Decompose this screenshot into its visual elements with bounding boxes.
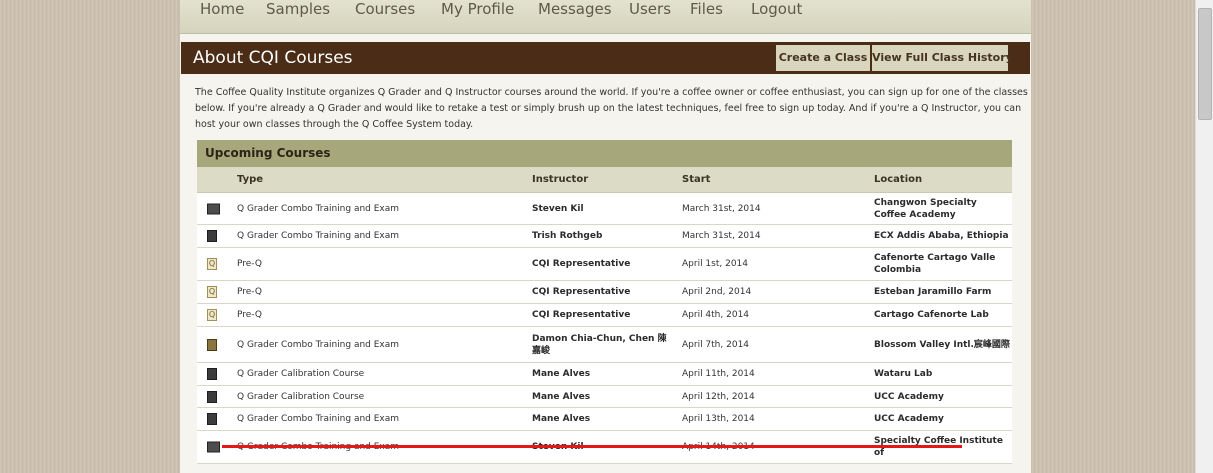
- cell-type[interactable]: Pre-Q: [237, 258, 527, 270]
- intro-paragraph: The Coffee Quality Institute organizes Q…: [195, 87, 1028, 130]
- table-row[interactable]: Q Grader Combo Training and Exam Mane Al…: [197, 408, 1012, 431]
- portrait-icon: [207, 390, 217, 403]
- cell-instructor: Mane Alves: [532, 369, 591, 379]
- cell-instructor: CQI Representative: [532, 259, 631, 269]
- cell-type[interactable]: Q Grader Combo Training and Exam: [237, 230, 527, 242]
- cell-location: UCC Academy: [874, 414, 944, 424]
- vertical-scrollbar[interactable]: [1195, 0, 1213, 473]
- cell-start: April 7th, 2014: [682, 339, 750, 350]
- portrait-icon: [207, 413, 217, 425]
- cell-location: UCC Academy: [874, 391, 944, 402]
- cell-start: April 4th, 2014: [682, 310, 750, 320]
- cell-start: April 1st, 2014: [682, 259, 749, 269]
- table-row[interactable]: Q Grader Calibration Course Mane Alves A…: [197, 386, 1012, 408]
- cell-instructor: CQI Representative: [532, 310, 631, 320]
- q-badge-icon: Q: [207, 258, 217, 270]
- cell-type[interactable]: Q Grader Combo Training and Exam: [237, 203, 527, 215]
- cell-start: March 31st, 2014: [682, 231, 761, 241]
- cell-instructor: Steven Kil: [532, 203, 584, 214]
- cell-type[interactable]: Q Grader Combo Training and Exam: [237, 413, 527, 425]
- table-row[interactable]: Q Pre-Q CQI Representative April 2nd, 20…: [197, 281, 1012, 304]
- table-row[interactable]: Q Grader Combo Training and Exam Steven …: [197, 193, 1012, 225]
- cell-instructor: CQI Representative: [532, 287, 631, 297]
- cell-location: Esteban Jaramillo Farm: [874, 287, 992, 297]
- nav-messages[interactable]: Messages: [538, 1, 612, 17]
- nav-samples[interactable]: Samples: [266, 1, 330, 17]
- cell-instructor: Damon Chia-Chun, Chen 陳嘉峻: [532, 333, 667, 356]
- cell-start: April 11th, 2014: [682, 369, 755, 379]
- nav-home[interactable]: Home: [200, 1, 244, 17]
- photo-icon: [207, 203, 220, 214]
- nav-logout[interactable]: Logout: [751, 1, 802, 17]
- cell-type[interactable]: Q Grader Calibration Course: [237, 368, 527, 380]
- nav-files[interactable]: Files: [690, 1, 723, 17]
- column-header-type: Type: [237, 174, 264, 185]
- highlight-underline: [222, 445, 962, 448]
- cell-type[interactable]: Q Grader Combo Training and Exam: [237, 339, 527, 351]
- cell-location: Blossom Valley Intl.宸峰國際: [874, 339, 1010, 350]
- cell-instructor: Trish Rothgeb: [532, 231, 603, 241]
- photo-icon: [207, 441, 220, 453]
- nav-users[interactable]: Users: [629, 1, 671, 17]
- cell-type[interactable]: Q Grader Calibration Course: [237, 391, 527, 403]
- q-badge-icon: Q: [207, 286, 217, 298]
- cell-type[interactable]: Pre-Q: [237, 286, 527, 298]
- top-navigation: Home Samples Courses My Profile Messages…: [180, 0, 1031, 34]
- page-title: About CQI Courses: [193, 48, 353, 68]
- table-row[interactable]: Q Grader Combo Training and Exam Trish R…: [197, 225, 1012, 248]
- about-courses-header: About CQI Courses Create a Class View Fu…: [181, 42, 1030, 74]
- table-row[interactable]: Q Pre-Q CQI Representative April 4th, 20…: [197, 304, 1012, 327]
- cell-start: April 2nd, 2014: [682, 287, 752, 297]
- view-class-history-button[interactable]: View Full Class History: [872, 45, 1013, 71]
- table-header-row: Type Instructor Start Location: [197, 167, 1012, 193]
- cell-start: April 13th, 2014: [682, 414, 755, 424]
- cell-location: Wataru Lab: [874, 369, 933, 379]
- nav-my-profile[interactable]: My Profile: [441, 1, 514, 17]
- cell-type[interactable]: Pre-Q: [237, 309, 527, 321]
- cell-start: March 31st, 2014: [682, 203, 761, 214]
- upcoming-courses-title: Upcoming Courses: [197, 140, 1012, 167]
- page-content: Home Samples Courses My Profile Messages…: [180, 0, 1031, 473]
- cell-location: Changwon Specialty Coffee Academy: [874, 197, 977, 220]
- book-icon: [207, 338, 217, 351]
- table-row[interactable]: Q Pre-Q CQI Representative April 1st, 20…: [197, 248, 1012, 281]
- column-header-start: Start: [682, 174, 711, 185]
- table-row[interactable]: Q Grader Combo Training and Exam Damon C…: [197, 327, 1012, 363]
- cell-instructor: Mane Alves: [532, 391, 591, 402]
- cell-start: April 12th, 2014: [682, 391, 755, 402]
- cell-location: Cartago Cafenorte Lab: [874, 310, 989, 320]
- portrait-icon: [207, 368, 217, 380]
- column-header-instructor: Instructor: [532, 174, 589, 185]
- cell-location: ECX Addis Ababa, Ethiopia: [874, 231, 1009, 241]
- upcoming-courses-table: Upcoming Courses Type Instructor Start L…: [197, 140, 1012, 473]
- table-row[interactable]: Q Grader Calibration Course Mane Alves A…: [197, 363, 1012, 386]
- cell-location: Cafenorte Cartago Valle Colombia: [874, 253, 996, 275]
- portrait-icon: [207, 230, 217, 242]
- create-class-button[interactable]: Create a Class: [776, 45, 870, 71]
- q-badge-icon: Q: [207, 309, 217, 321]
- column-header-location: Location: [874, 174, 923, 185]
- nav-courses[interactable]: Courses: [355, 1, 415, 17]
- cell-instructor: Mane Alves: [532, 414, 591, 424]
- scrollbar-thumb[interactable]: [1198, 8, 1212, 120]
